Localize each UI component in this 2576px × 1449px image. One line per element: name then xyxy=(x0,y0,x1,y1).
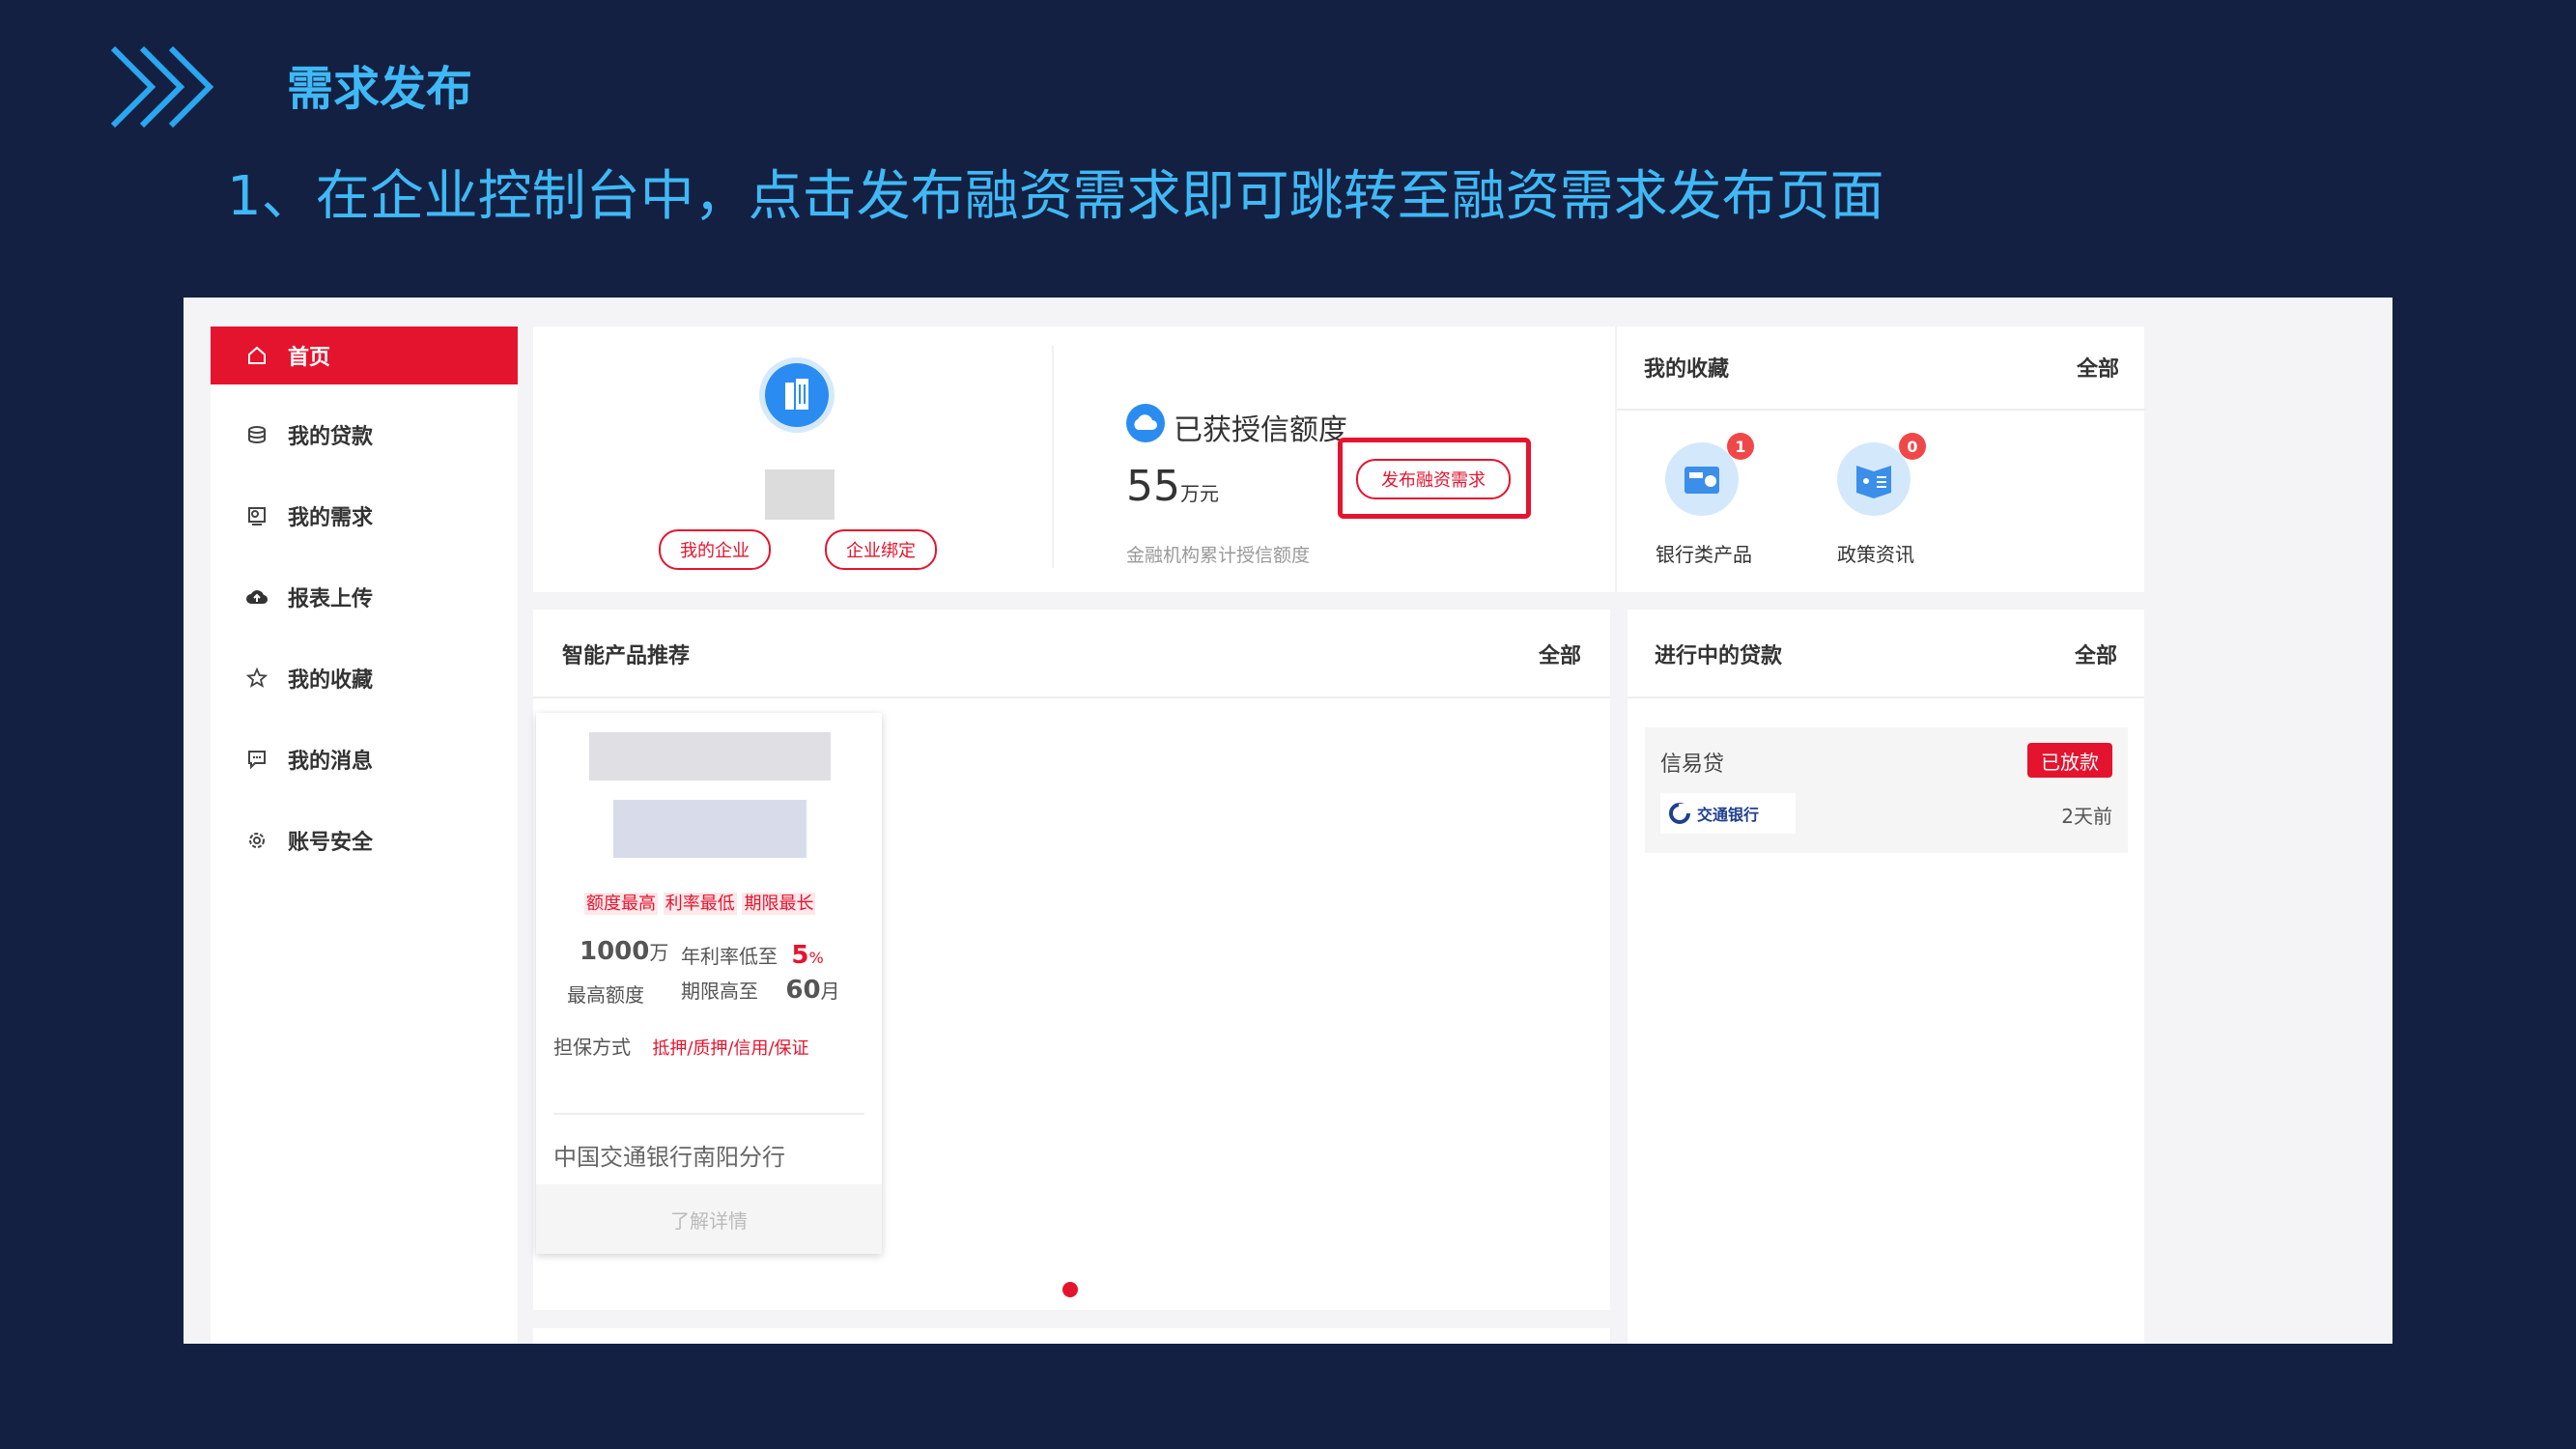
loan-name: 信易贷 xyxy=(1660,753,1725,777)
gear-icon xyxy=(238,830,276,851)
product-amount-label: 最高额度 xyxy=(567,983,644,1007)
favorite-item-bank-products[interactable]: 1 银行类产品 xyxy=(1646,433,1762,578)
product-amount-unit: 万 xyxy=(649,941,669,964)
product-tag: 额度最高 xyxy=(584,893,658,915)
favorites-title: 我的收藏 xyxy=(1644,357,1730,382)
favorite-count-badge: 0 xyxy=(1899,433,1926,460)
credit-title: 已获授信额度 xyxy=(1174,413,1347,447)
sidebar-item-my-loans[interactable]: 我的贷款 xyxy=(211,406,518,464)
message-icon xyxy=(238,749,276,770)
sidebar-item-label: 报表上传 xyxy=(288,587,374,611)
sidebar-item-favorites[interactable]: 我的收藏 xyxy=(211,649,518,707)
sidebar-item-account-security[interactable]: 账号安全 xyxy=(211,811,518,869)
recommend-all-link[interactable]: 全部 xyxy=(1539,639,1581,669)
product-rate-value: 5 xyxy=(791,941,809,970)
slide-subtitle: 1、在企业控制台中，点击发布融资需求即可跳转至融资需求发布页面 xyxy=(227,165,1884,228)
loans-card: 进行中的贷款 全部 信易贷 已放款 交通银行 2天前 xyxy=(1628,610,2144,1344)
product-guarantee-row: 担保方式 抵押/质押/信用/保证 xyxy=(553,1032,809,1060)
favorite-count-badge: 1 xyxy=(1727,433,1754,460)
chevrons-decoration-icon xyxy=(110,45,214,128)
product-tag: 利率最低 xyxy=(663,893,737,915)
company-name-blurred xyxy=(765,469,835,520)
sidebar-item-label: 我的需求 xyxy=(288,506,374,530)
overview-card: 我的企业 企业绑定 已获授信额度 55万元 金融机构累计授信额度 发布融资需求 … xyxy=(533,327,2146,592)
credit-cloud-icon xyxy=(1126,404,1165,442)
credit-note: 金融机构累计授信额度 xyxy=(1126,545,1311,566)
recommend-header: 智能产品推荐 全部 xyxy=(533,610,1610,698)
sidebar-item-label: 我的贷款 xyxy=(288,425,374,449)
favorite-label: 银行类产品 xyxy=(1656,543,1752,566)
sidebar-item-label: 我的消息 xyxy=(288,750,374,774)
publish-financing-demand-button[interactable]: 发布融资需求 xyxy=(1356,459,1511,499)
bank-logo-icon xyxy=(1669,803,1691,824)
favorites-section: 我的收藏 全部 1 银行类产品 0 政策资讯 xyxy=(1615,327,2146,592)
requirement-icon xyxy=(238,505,276,526)
product-logo-blurred xyxy=(589,732,831,781)
console-screenshot: 首页 我的贷款 我的需求 报表上传 我的收藏 我的消息 账号安全 我的企业 企业… xyxy=(184,298,2392,1344)
credit-amount-row: 55万元 xyxy=(1126,462,1219,511)
database-icon xyxy=(238,424,276,445)
policy-news-icon xyxy=(1837,442,1911,516)
loan-item[interactable]: 信易贷 已放款 交通银行 2天前 xyxy=(1645,727,2128,853)
sidebar-item-my-requirements[interactable]: 我的需求 xyxy=(211,487,518,545)
favorite-item-policy-news[interactable]: 0 政策资讯 xyxy=(1818,433,1934,578)
product-rate-row: 年利率低至 5% xyxy=(681,941,824,970)
carousel-dot[interactable] xyxy=(1062,1282,1078,1297)
loans-all-link[interactable]: 全部 xyxy=(2075,639,2117,669)
loan-time: 2天前 xyxy=(2061,805,2112,828)
divider xyxy=(553,1113,864,1115)
product-term-unit: 月 xyxy=(820,980,840,1003)
product-bank-name: 中国交通银行南阳分行 xyxy=(553,1144,785,1171)
product-detail-button[interactable]: 了解详情 xyxy=(536,1184,882,1254)
product-card[interactable]: 额度最高 利率最低 期限最长 1000万 年利率低至 5% 最高额度 期限高至 … xyxy=(536,713,882,1254)
sidebar-item-messages[interactable]: 我的消息 xyxy=(211,730,518,788)
product-amount: 1000万 xyxy=(580,937,668,966)
product-name-blurred xyxy=(613,800,807,858)
product-guarantee-label: 担保方式 xyxy=(553,1036,631,1059)
product-term-row: 期限高至 60月 xyxy=(681,976,840,1005)
sidebar-nav: 首页 我的贷款 我的需求 报表上传 我的收藏 我的消息 账号安全 xyxy=(211,327,518,1344)
product-rate-label: 年利率低至 xyxy=(681,945,778,968)
recommend-card: 智能产品推荐 全部 额度最高 利率最低 期限最长 1000万 年利率低至 5% … xyxy=(533,610,1610,1310)
credit-unit: 万元 xyxy=(1180,482,1219,505)
star-icon xyxy=(238,668,276,689)
divider xyxy=(1052,346,1054,568)
product-rate-unit: % xyxy=(808,949,824,967)
sidebar-item-label: 我的收藏 xyxy=(288,668,374,693)
bank-logo: 交通银行 xyxy=(1660,793,1796,834)
product-tags: 额度最高 利率最低 期限最长 xyxy=(584,890,816,915)
slide-title: 需求发布 xyxy=(287,62,473,116)
sidebar-item-report-upload[interactable]: 报表上传 xyxy=(211,568,518,626)
divider xyxy=(1617,409,2146,411)
product-term-label: 期限高至 xyxy=(681,980,758,1003)
favorites-all-link[interactable]: 全部 xyxy=(2077,352,2119,383)
bank-product-icon xyxy=(1665,442,1739,516)
product-guarantee-value: 抵押/质押/信用/保证 xyxy=(652,1038,809,1059)
sidebar-item-home[interactable]: 首页 xyxy=(211,327,518,384)
loan-status-badge: 已放款 xyxy=(2027,743,2112,778)
cloud-upload-icon xyxy=(238,586,276,608)
building-icon xyxy=(765,363,829,427)
home-icon xyxy=(238,345,276,366)
credit-amount: 55 xyxy=(1126,462,1180,511)
favorite-label: 政策资讯 xyxy=(1837,543,1914,566)
product-tag: 期限最长 xyxy=(742,893,816,915)
recommend-title: 智能产品推荐 xyxy=(562,644,691,668)
bank-logo-text: 交通银行 xyxy=(1697,806,1760,824)
sidebar-item-label: 账号安全 xyxy=(288,831,374,855)
sidebar-item-label: 首页 xyxy=(288,346,331,370)
loans-title: 进行中的贷款 xyxy=(1655,644,1783,668)
product-amount-value: 1000 xyxy=(580,937,650,966)
product-term-value: 60 xyxy=(785,976,821,1005)
bottom-card xyxy=(533,1328,1610,1344)
my-company-button[interactable]: 我的企业 xyxy=(659,529,771,570)
company-bind-button[interactable]: 企业绑定 xyxy=(825,529,937,570)
loans-header: 进行中的贷款 全部 xyxy=(1628,610,2144,698)
